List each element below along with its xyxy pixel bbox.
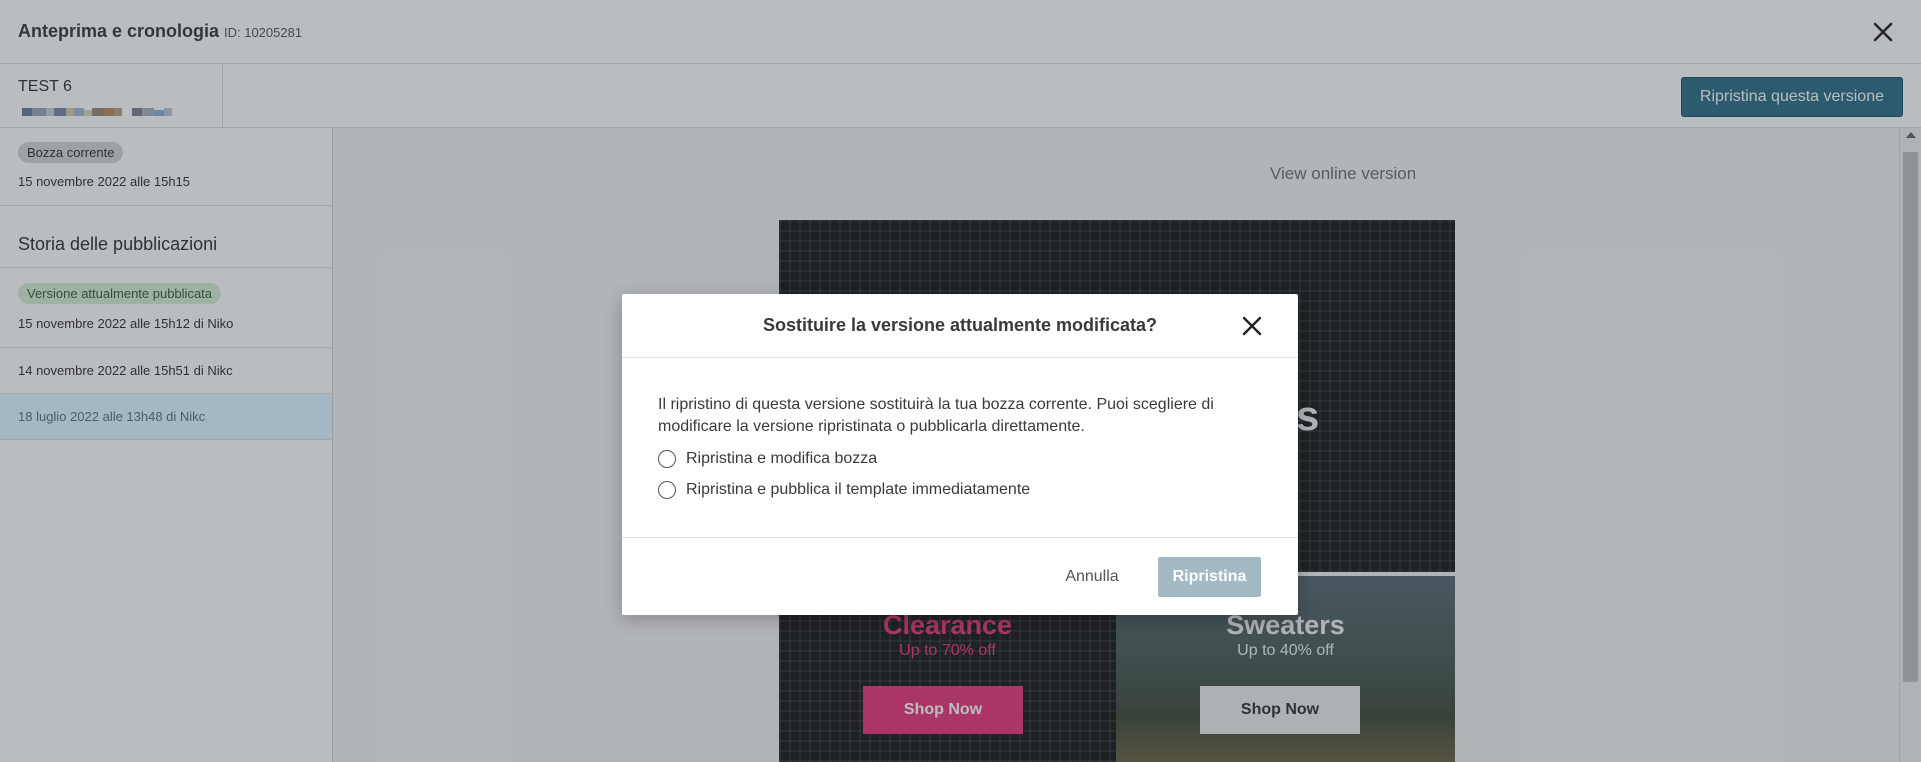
radio-button[interactable] (658, 481, 676, 499)
radio-button[interactable] (658, 450, 676, 468)
replace-version-dialog: Sostituire la versione attualmente modif… (622, 294, 1298, 615)
option-label: Ripristina e pubblica il template immedi… (686, 481, 1031, 498)
dialog-close-button[interactable] (1240, 314, 1264, 338)
dialog-title: Sostituire la versione attualmente modif… (762, 315, 1158, 335)
cancel-button[interactable]: Annulla (1050, 558, 1134, 596)
dialog-footer: Annulla Ripristina (622, 537, 1298, 615)
option-restore-edit[interactable]: Ripristina e modifica bozza (658, 448, 877, 470)
option-label: Ripristina e modifica bozza (686, 450, 878, 467)
dialog-message: Il ripristino di questa versione sostitu… (658, 396, 1214, 435)
dialog-header: Sostituire la versione attualmente modif… (622, 294, 1298, 358)
selected-row-highlight (0, 394, 333, 440)
close-icon (1242, 316, 1262, 336)
option-restore-publish[interactable]: Ripristina e pubblica il template immedi… (658, 479, 1030, 501)
restore-button[interactable]: Ripristina (1158, 557, 1261, 597)
